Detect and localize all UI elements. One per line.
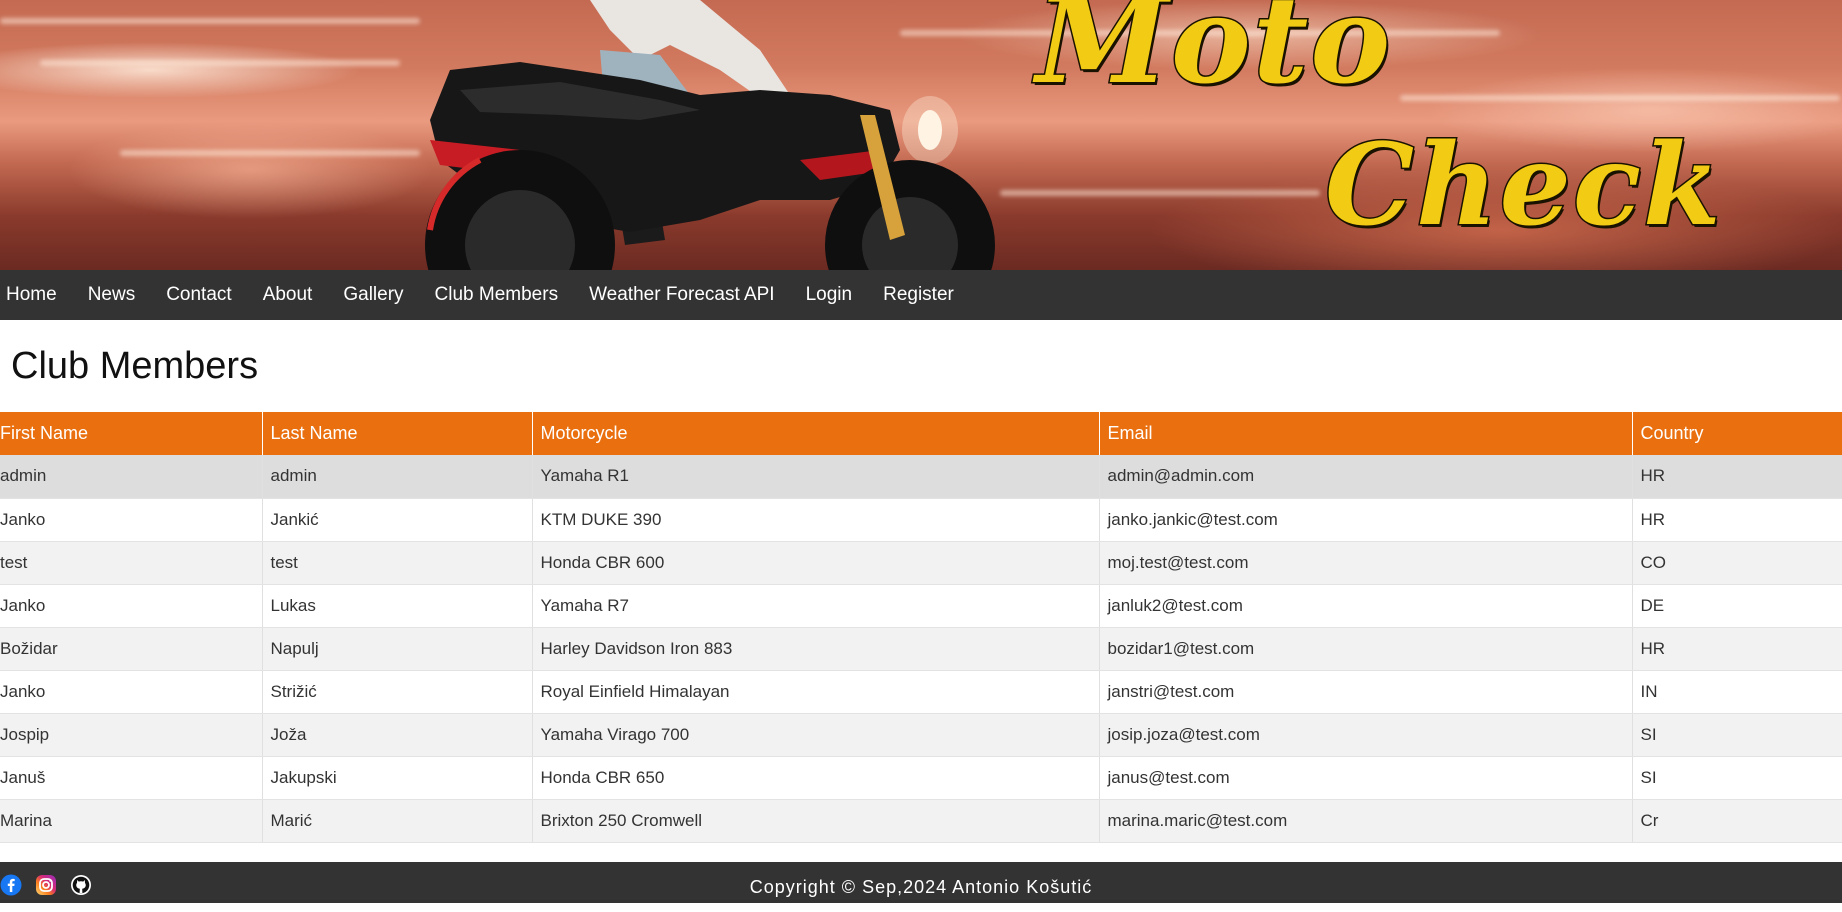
cell-first-name: test (0, 541, 263, 585)
column-header-first-name: First Name (0, 412, 263, 455)
cell-last-name: Jankić (262, 498, 533, 542)
cell-country: HR (1632, 627, 1842, 671)
cell-country: SI (1632, 756, 1842, 800)
main-nav: Home News Contact About Gallery Club Mem… (0, 270, 1842, 320)
cell-first-name: Božidar (0, 627, 263, 671)
cell-country: SI (1632, 713, 1842, 757)
nav-login[interactable]: Login (799, 284, 869, 306)
table-row: test test Honda CBR 600 moj.test@test.co… (0, 541, 1842, 585)
cell-email: moj.test@test.com (1099, 541, 1633, 585)
cell-motorcycle: Brixton 250 Cromwell (532, 799, 1100, 843)
table-row: Janko Lukas Yamaha R7 janluk2@test.com D… (0, 584, 1842, 628)
cell-email: janluk2@test.com (1099, 584, 1633, 628)
column-header-email: Email (1099, 412, 1633, 455)
cell-motorcycle: Yamaha R7 (532, 584, 1100, 628)
column-header-last-name: Last Name (262, 412, 533, 455)
club-members-table: First Name Last Name Motorcycle Email Co… (0, 412, 1842, 843)
cell-motorcycle: Yamaha Virago 700 (532, 713, 1100, 757)
page-footer: Copyright © Sep,2024 Antonio Košutić (0, 862, 1842, 903)
cell-last-name: Jakupski (262, 756, 533, 800)
cell-last-name: test (262, 541, 533, 585)
cell-last-name: admin (262, 455, 533, 499)
cell-country: CO (1632, 541, 1842, 585)
cell-first-name: Jospip (0, 713, 263, 757)
cell-motorcycle: Harley Davidson Iron 883 (532, 627, 1100, 671)
cell-country: DE (1632, 584, 1842, 628)
cell-last-name: Joža (262, 713, 533, 757)
cell-country: HR (1632, 498, 1842, 542)
nav-register[interactable]: Register (876, 284, 970, 306)
cell-motorcycle: Honda CBR 650 (532, 756, 1100, 800)
cell-email: josip.joza@test.com (1099, 713, 1633, 757)
table-row: Januš Jakupski Honda CBR 650 janus@test.… (0, 756, 1842, 800)
cell-motorcycle: Honda CBR 600 (532, 541, 1100, 585)
logo-moto: Moto (1034, 0, 1393, 113)
nav-news[interactable]: News (81, 284, 152, 306)
cell-motorcycle: Royal Einfield Himalayan (532, 670, 1100, 714)
cell-country: HR (1632, 455, 1842, 499)
cell-last-name: Marić (262, 799, 533, 843)
table-row: Božidar Napulj Harley Davidson Iron 883 … (0, 627, 1842, 671)
cell-country: IN (1632, 670, 1842, 714)
nav-about[interactable]: About (256, 284, 329, 306)
cell-country: Cr (1632, 799, 1842, 843)
table-header-row: First Name Last Name Motorcycle Email Co… (0, 412, 1842, 455)
page-title: Club Members (11, 345, 259, 387)
cell-first-name: Janko (0, 498, 263, 542)
cell-first-name: Marina (0, 799, 263, 843)
nav-gallery[interactable]: Gallery (336, 284, 419, 306)
cell-first-name: Janko (0, 670, 263, 714)
column-header-motorcycle: Motorcycle (532, 412, 1100, 455)
table-row: Marina Marić Brixton 250 Cromwell marina… (0, 799, 1842, 843)
copyright-text: Copyright © Sep,2024 Antonio Košutić (749, 877, 1093, 897)
cell-motorcycle: KTM DUKE 390 (532, 498, 1100, 542)
nav-home[interactable]: Home (0, 284, 73, 306)
cell-email: bozidar1@test.com (1099, 627, 1633, 671)
cell-email: janko.jankic@test.com (1099, 498, 1633, 542)
cell-email: marina.maric@test.com (1099, 799, 1633, 843)
table-row: Janko Strižić Royal Einfield Himalayan j… (0, 670, 1842, 714)
nav-contact[interactable]: Contact (159, 284, 247, 306)
cell-first-name: Janko (0, 584, 263, 628)
nav-weather-forecast-api[interactable]: Weather Forecast API (582, 284, 791, 306)
cell-email: janstri@test.com (1099, 670, 1633, 714)
table-row: admin admin Yamaha R1 admin@admin.com HR (0, 455, 1842, 499)
header-banner: Moto Check (0, 0, 1842, 270)
logo-check: Check (1324, 119, 1723, 253)
cell-first-name: Januš (0, 756, 263, 800)
cell-first-name: admin (0, 455, 263, 499)
cell-email: admin@admin.com (1099, 455, 1633, 499)
cell-last-name: Strižić (262, 670, 533, 714)
cell-last-name: Lukas (262, 584, 533, 628)
column-header-country: Country (1632, 412, 1842, 455)
cell-email: janus@test.com (1099, 756, 1633, 800)
table-row: Janko Jankić KTM DUKE 390 janko.jankic@t… (0, 498, 1842, 542)
cell-motorcycle: Yamaha R1 (532, 455, 1100, 499)
cell-last-name: Napulj (262, 627, 533, 671)
nav-club-members[interactable]: Club Members (428, 284, 575, 306)
table-row: Jospip Joža Yamaha Virago 700 josip.joza… (0, 713, 1842, 757)
